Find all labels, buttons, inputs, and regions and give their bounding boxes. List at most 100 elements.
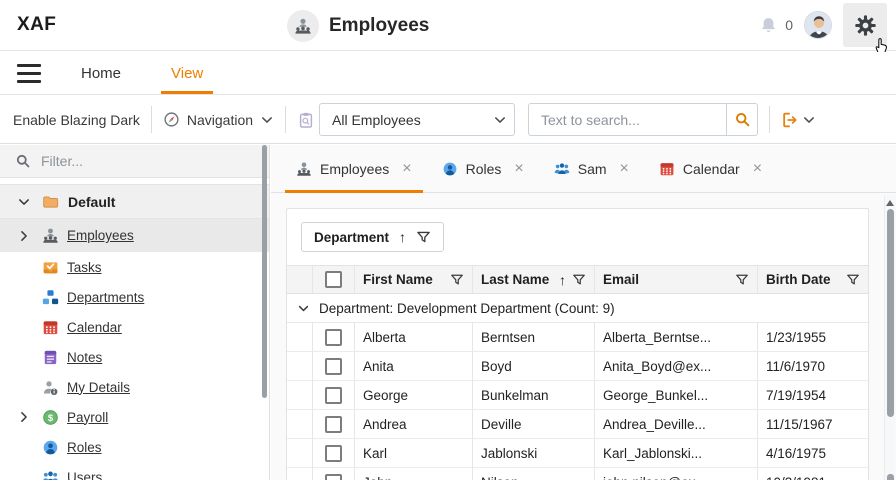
view-tab-roles[interactable]: Roles × (431, 145, 535, 192)
sidebar-item-label[interactable]: Departments (67, 290, 144, 305)
column-header-first-name[interactable]: First Name (354, 266, 472, 293)
page-title-block: Employees (287, 0, 429, 51)
cell-birth-date: 11/15/1967 (757, 410, 868, 438)
main-scrollbar[interactable] (884, 195, 895, 480)
sidebar-item-my-details[interactable]: My Details (0, 372, 269, 402)
sidebar-item-label[interactable]: Users (67, 470, 102, 480)
calendar-icon (659, 161, 675, 177)
table-row[interactable]: John Nilsen john.nilsen@ex... 10/3/1981 (287, 468, 868, 480)
cell-last-name: Boyd (472, 352, 594, 380)
chevron-down-icon[interactable] (297, 302, 310, 315)
sidebar-item-payroll[interactable]: Payroll (0, 402, 269, 432)
sidebar-filter-input[interactable] (41, 153, 231, 169)
main-scrollbar-bottom[interactable] (886, 474, 894, 480)
filter-icon[interactable] (846, 273, 860, 287)
table-row[interactable]: Anita Boyd Anita_Boyd@ex... 11/6/1970 (287, 352, 868, 381)
tree-group-default[interactable]: Default (0, 184, 269, 219)
close-icon[interactable]: × (620, 160, 629, 177)
table-row[interactable]: George Bunkelman George_Bunkel... 7/19/1… (287, 381, 868, 410)
filter-icon[interactable] (735, 273, 749, 287)
column-header-email[interactable]: Email (594, 266, 757, 293)
navigation-tree: Default Employees Tasks Departments Cale (0, 178, 269, 480)
expand-column-header (287, 266, 312, 293)
hamburger-menu-button[interactable] (17, 63, 41, 83)
view-variant-value: All Employees (332, 111, 421, 128)
table-row[interactable]: Alberta Berntsen Alberta_Berntse... 1/23… (287, 323, 868, 352)
sidebar-item-users[interactable]: Users (0, 462, 269, 480)
table-row[interactable]: Karl Jablonski Karl_Jablonski... 4/16/19… (287, 439, 868, 468)
theme-toggle-button[interactable]: Enable Blazing Dark (13, 112, 140, 128)
settings-button[interactable] (843, 3, 887, 47)
search-input[interactable] (529, 111, 727, 128)
departments-icon (42, 289, 59, 306)
filter-icon[interactable] (450, 273, 464, 287)
user-avatar[interactable] (804, 11, 832, 39)
select-row-checkbox[interactable] (325, 386, 342, 404)
main-scrollbar-thumb[interactable] (886, 209, 894, 417)
sidebar-item-label[interactable]: Employees (67, 228, 134, 243)
select-row-checkbox[interactable] (325, 473, 342, 480)
close-icon[interactable]: × (753, 160, 762, 177)
search-icon (15, 153, 31, 169)
sidebar-item-label[interactable]: My Details (67, 380, 130, 395)
cell-birth-date: 7/19/1954 (757, 381, 868, 409)
select-dropdown-button[interactable] (485, 104, 514, 135)
sidebar-item-departments[interactable]: Departments (0, 282, 269, 312)
sidebar-item-roles[interactable]: Roles (0, 432, 269, 462)
search-button[interactable] (726, 103, 759, 136)
scroll-up-arrow-icon[interactable] (886, 200, 894, 206)
sidebar-item-label[interactable]: Tasks (67, 260, 102, 275)
tab-view[interactable]: View (161, 52, 214, 94)
view-variant-select[interactable]: All Employees (319, 103, 516, 136)
sidebar-filter-row (0, 145, 269, 178)
sidebar-item-employees[interactable]: Employees (0, 219, 269, 252)
cell-first-name: Andrea (354, 410, 472, 438)
chevron-down-icon[interactable] (16, 195, 32, 209)
sidebar-item-label[interactable]: Roles (67, 440, 102, 455)
cell-first-name: George (354, 381, 472, 409)
view-tab-calendar[interactable]: Calendar × (648, 145, 773, 192)
select-all-checkbox[interactable] (325, 271, 342, 288)
validation-icon[interactable] (297, 111, 315, 129)
search-group (528, 103, 759, 136)
cell-last-name: Nilsen (472, 468, 594, 480)
select-row-checkbox[interactable] (325, 415, 342, 433)
chevron-right-icon[interactable] (16, 229, 32, 243)
view-tab-sam[interactable]: Sam × (543, 145, 640, 192)
select-row-checkbox[interactable] (325, 357, 342, 375)
tree-group-label: Default (68, 193, 116, 210)
sidebar-item-label[interactable]: Calendar (67, 320, 122, 335)
group-chip-department[interactable]: Department ↑ (301, 222, 445, 252)
cell-email: Andrea_Deville... (594, 410, 757, 438)
sidebar-scrollbar-thumb[interactable] (262, 145, 267, 398)
view-tab-employees[interactable]: Employees × (285, 145, 423, 193)
sidebar-item-tasks[interactable]: Tasks (0, 252, 269, 282)
close-icon[interactable]: × (402, 160, 411, 177)
filter-icon[interactable] (416, 230, 431, 245)
cell-birth-date: 10/3/1981 (757, 468, 868, 480)
group-field-label: Department (314, 229, 390, 245)
chevron-right-icon[interactable] (16, 410, 32, 424)
sidebar-item-calendar[interactable]: Calendar (0, 312, 269, 342)
sidebar-item-notes[interactable]: Notes (0, 342, 269, 372)
tab-home[interactable]: Home (71, 52, 131, 94)
sidebar-item-label[interactable]: Payroll (67, 410, 108, 425)
column-header-birth-date[interactable]: Birth Date (757, 266, 868, 293)
chevron-down-icon (493, 113, 507, 127)
select-row-checkbox[interactable] (325, 328, 342, 346)
close-icon[interactable]: × (514, 160, 523, 177)
main-area: Employees × Roles × Sam × Calendar × Dep… (271, 145, 896, 480)
folder-icon (42, 193, 59, 210)
export-dropdown-button[interactable] (781, 111, 816, 129)
notifications-button[interactable]: 0 (759, 16, 793, 35)
select-row-checkbox[interactable] (325, 444, 342, 462)
sidebar-item-label[interactable]: Notes (67, 350, 102, 365)
filter-icon[interactable] (572, 273, 586, 287)
column-header-last-name[interactable]: Last Name ↑ (472, 266, 594, 293)
table-row[interactable]: Andrea Deville Andrea_Deville... 11/15/1… (287, 410, 868, 439)
compass-icon (163, 111, 180, 128)
search-box (528, 103, 727, 136)
group-row-development-department[interactable]: Department: Development Department (Coun… (287, 294, 868, 323)
cell-birth-date: 11/6/1970 (757, 352, 868, 380)
navigation-dropdown-button[interactable]: Navigation (163, 111, 274, 128)
